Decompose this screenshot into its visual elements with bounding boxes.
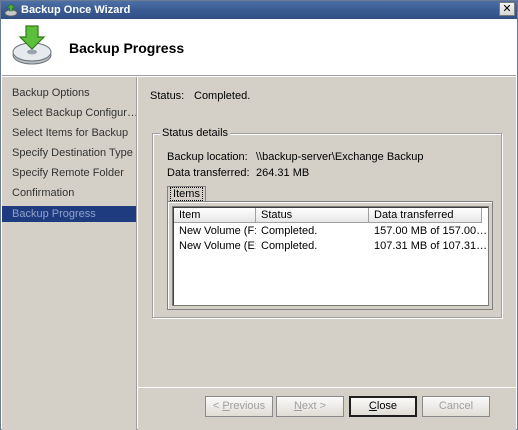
list-cell-item: New Volume (E:) bbox=[179, 240, 256, 252]
cancel-button-label: Cancel bbox=[438, 400, 474, 412]
data-transferred-label: Data transferred: bbox=[167, 167, 250, 179]
nav-step-backup-options[interactable]: Backup Options bbox=[2, 85, 136, 101]
wizard-header: Backup Progress bbox=[2, 19, 516, 76]
wizard-footer: < Previous Next > Close Cancel bbox=[138, 387, 516, 430]
nav-step-remote-folder[interactable]: Specify Remote Folder bbox=[2, 165, 136, 181]
list-item[interactable]: New Volume (E:) Completed. 107.31 MB of … bbox=[174, 239, 488, 254]
nav-step-select-items[interactable]: Select Items for Backup bbox=[2, 125, 136, 141]
backup-location-label: Backup location: bbox=[167, 151, 248, 163]
status-details-legend: Status details bbox=[160, 127, 231, 139]
tab-items-label: Items bbox=[170, 187, 203, 201]
list-cell-data-transferred: 107.31 MB of 107.31… bbox=[374, 240, 488, 252]
nav-step-backup-progress[interactable]: Backup Progress bbox=[2, 206, 136, 222]
tab-items[interactable]: Items bbox=[167, 186, 206, 202]
backup-disk-icon bbox=[12, 25, 52, 65]
previous-button-label: revious bbox=[229, 400, 266, 412]
content-pane: Status: Completed. Status details Backup… bbox=[138, 77, 516, 387]
close-button-label: lose bbox=[376, 400, 398, 412]
next-button-accel: N bbox=[293, 400, 302, 412]
column-header-status[interactable]: Status bbox=[256, 208, 369, 223]
column-header-data-transferred[interactable]: Data transferred bbox=[369, 208, 482, 223]
close-icon: ✕ bbox=[502, 3, 512, 15]
list-item[interactable]: New Volume (F:) Completed. 157.00 MB of … bbox=[174, 224, 488, 239]
wizard-window: Backup Once Wizard ✕ Backup Progress Bac… bbox=[0, 0, 518, 430]
list-cell-status: Completed. bbox=[261, 240, 318, 252]
list-cell-item: New Volume (F:) bbox=[179, 225, 256, 237]
list-header: Item Status Data transferred bbox=[174, 208, 488, 223]
backup-location-value: \\backup-server\Exchange Backup bbox=[256, 151, 424, 163]
close-window-button[interactable]: ✕ bbox=[499, 2, 515, 16]
items-tab-panel: Item Status Data transferred New Volume … bbox=[167, 201, 493, 310]
backup-wizard-icon bbox=[4, 3, 18, 17]
next-button-label: ext > bbox=[301, 400, 327, 412]
items-list[interactable]: Item Status Data transferred New Volume … bbox=[172, 206, 489, 306]
status-value: Completed. bbox=[194, 90, 251, 102]
wizard-steps-sidebar: Backup Options Select Backup Configur… S… bbox=[2, 77, 137, 430]
column-header-item[interactable]: Item bbox=[174, 208, 256, 223]
previous-button-prefix: < bbox=[212, 400, 223, 412]
previous-button[interactable]: < Previous bbox=[205, 396, 273, 417]
close-button-accel: C bbox=[368, 400, 377, 412]
status-label: Status: bbox=[150, 90, 185, 102]
nav-step-destination-type[interactable]: Specify Destination Type bbox=[2, 145, 136, 161]
window-title: Backup Once Wizard bbox=[21, 4, 131, 16]
status-details-group: Status details Backup location: \\backup… bbox=[152, 127, 502, 318]
next-button[interactable]: Next > bbox=[276, 396, 344, 417]
title-bar[interactable]: Backup Once Wizard ✕ bbox=[1, 1, 517, 19]
nav-step-select-backup-configuration[interactable]: Select Backup Configur… bbox=[2, 105, 136, 121]
previous-button-accel: P bbox=[222, 400, 230, 412]
nav-step-confirmation[interactable]: Confirmation bbox=[2, 185, 136, 201]
data-transferred-value: 264.31 MB bbox=[256, 167, 310, 179]
close-button[interactable]: Close bbox=[349, 396, 417, 417]
cancel-button[interactable]: Cancel bbox=[422, 396, 490, 417]
page-title: Backup Progress bbox=[69, 40, 185, 56]
list-cell-status: Completed. bbox=[261, 225, 318, 237]
list-cell-data-transferred: 157.00 MB of 157.00… bbox=[374, 225, 488, 237]
